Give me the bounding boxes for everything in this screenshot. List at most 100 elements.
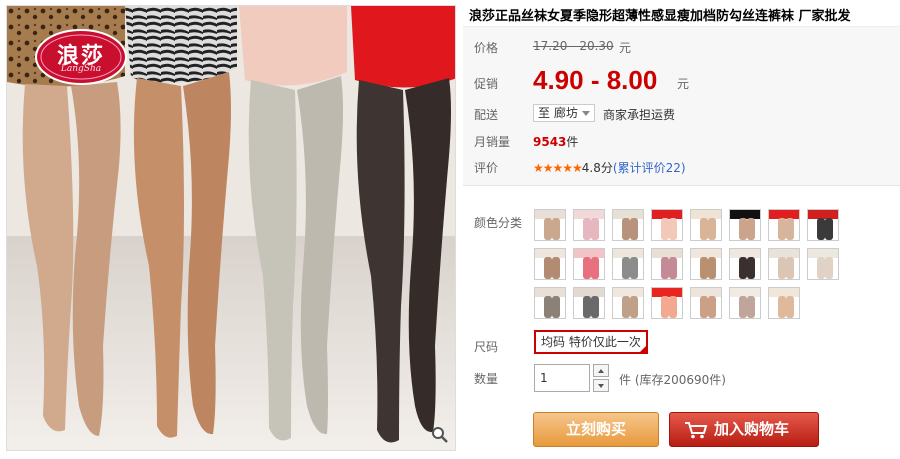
- swatch-leg: [786, 218, 794, 240]
- size-option-label: 均码 特价仅此一次: [541, 335, 641, 349]
- brand-logo: 浪莎 LangSha: [35, 28, 127, 86]
- sale-price-unit: 元: [677, 77, 690, 91]
- cart-icon: [685, 422, 708, 439]
- swatch-leg: [669, 218, 677, 240]
- magnifier-icon[interactable]: [431, 426, 449, 444]
- color-swatch[interactable]: [612, 287, 644, 319]
- color-swatch[interactable]: [612, 209, 644, 241]
- swatch-leg: [778, 218, 786, 240]
- size-option-selected[interactable]: 均码 特价仅此一次: [534, 330, 648, 354]
- swatch-leg: [700, 257, 708, 279]
- swatch-leg: [778, 257, 786, 279]
- color-swatch[interactable]: [768, 248, 800, 280]
- swatch-leg: [708, 296, 716, 318]
- swatch-leg: [739, 296, 747, 318]
- color-swatch[interactable]: [768, 209, 800, 241]
- swatch-leg: [786, 257, 794, 279]
- selected-check-icon: [638, 345, 647, 353]
- color-swatch-grid: [534, 209, 844, 319]
- color-swatch[interactable]: [690, 248, 722, 280]
- color-swatch[interactable]: [690, 287, 722, 319]
- size-label: 尺码: [474, 340, 499, 354]
- swatch-leg: [622, 218, 630, 240]
- rating-score: 4.8分: [581, 161, 613, 175]
- rating: ★★★★★4.8分(累计评价22): [533, 159, 686, 176]
- sale-price-label: 促销: [474, 77, 499, 91]
- color-swatch[interactable]: [534, 209, 566, 241]
- swatch-leg: [778, 296, 786, 318]
- price-box: 价格 17.20 - 20.30 元 促销 4.90 - 8.00 元 配送 至…: [463, 26, 900, 186]
- monthly-sales-unit: 件: [566, 135, 579, 149]
- quantity-input[interactable]: 1: [534, 364, 590, 392]
- quantity-decrease-button[interactable]: [593, 379, 609, 392]
- swatch-leg: [591, 257, 599, 279]
- color-swatch[interactable]: [573, 287, 605, 319]
- swatch-leg: [817, 218, 825, 240]
- shipping-destination: 至 廊坊: [538, 106, 578, 120]
- swatch-leg: [817, 257, 825, 279]
- color-swatch[interactable]: [690, 209, 722, 241]
- product-info-panel: 浪莎正品丝袜女夏季隐形超薄性感显瘦加档防勾丝连裤袜 厂家批发 价格 17.20 …: [463, 0, 900, 459]
- swatch-leg: [669, 257, 677, 279]
- swatch-leg: [708, 218, 716, 240]
- swatch-leg: [544, 257, 552, 279]
- swatch-leg: [552, 257, 560, 279]
- stock-info: 件 (库存200690件): [619, 373, 726, 387]
- swatch-leg: [825, 257, 833, 279]
- swatch-leg: [630, 296, 638, 318]
- color-swatch[interactable]: [807, 248, 839, 280]
- color-swatch[interactable]: [729, 248, 761, 280]
- color-swatch[interactable]: [573, 209, 605, 241]
- color-swatch[interactable]: [807, 209, 839, 241]
- arrow-down-icon: [598, 384, 604, 388]
- color-swatch[interactable]: [651, 209, 683, 241]
- brand-logo-subtext: LangSha: [60, 64, 102, 74]
- swatch-leg: [591, 296, 599, 318]
- color-swatch[interactable]: [573, 248, 605, 280]
- shipping-destination-select[interactable]: 至 廊坊: [533, 104, 595, 122]
- color-label: 颜色分类: [474, 216, 523, 230]
- swatch-leg: [786, 296, 794, 318]
- product-title: 浪莎正品丝袜女夏季隐形超薄性感显瘦加档防勾丝连裤袜 厂家批发: [469, 9, 851, 24]
- swatch-leg: [583, 257, 591, 279]
- sale-price: 4.90 - 8.00: [533, 65, 658, 95]
- color-swatch[interactable]: [768, 287, 800, 319]
- buy-now-button[interactable]: 立刻购买: [533, 412, 659, 447]
- shipping-label: 配送: [474, 108, 499, 122]
- swatch-leg: [544, 218, 552, 240]
- swatch-leg: [708, 257, 716, 279]
- original-price: 17.20 - 20.30: [533, 39, 614, 53]
- swatch-leg: [622, 257, 630, 279]
- swatch-leg: [583, 296, 591, 318]
- arrow-up-icon: [598, 369, 604, 373]
- swatch-leg: [544, 296, 552, 318]
- swatch-leg: [825, 218, 833, 240]
- color-swatch[interactable]: [534, 287, 566, 319]
- swatch-leg: [661, 296, 669, 318]
- swatch-leg: [747, 218, 755, 240]
- swatch-leg: [747, 257, 755, 279]
- color-swatch[interactable]: [612, 248, 644, 280]
- swatch-leg: [552, 296, 560, 318]
- monthly-sales-label: 月销量: [474, 135, 511, 149]
- monthly-sales-count: 9543: [533, 135, 567, 149]
- swatch-leg: [552, 218, 560, 240]
- shipping-note: 商家承担运费: [603, 108, 676, 122]
- swatch-leg: [583, 218, 591, 240]
- swatch-leg: [661, 218, 669, 240]
- color-swatch[interactable]: [651, 248, 683, 280]
- add-to-cart-button[interactable]: 加入购物车: [669, 412, 819, 447]
- color-swatch[interactable]: [729, 209, 761, 241]
- color-swatch[interactable]: [651, 287, 683, 319]
- quantity-label: 数量: [474, 372, 499, 386]
- review-count-link[interactable]: (累计评价22): [613, 161, 686, 175]
- product-image[interactable]: 浪莎 LangSha: [6, 5, 456, 451]
- swatch-leg: [747, 296, 755, 318]
- quantity-increase-button[interactable]: [593, 364, 609, 377]
- chevron-down-icon: [582, 111, 590, 116]
- color-swatch[interactable]: [729, 287, 761, 319]
- swatch-leg: [630, 218, 638, 240]
- product-page: 浪莎 LangSha 浪莎正品丝袜女夏季隐形超薄性感显瘦加档防勾丝连裤袜 厂家批…: [0, 0, 900, 459]
- color-swatch[interactable]: [534, 248, 566, 280]
- original-price-unit: 元: [619, 41, 632, 55]
